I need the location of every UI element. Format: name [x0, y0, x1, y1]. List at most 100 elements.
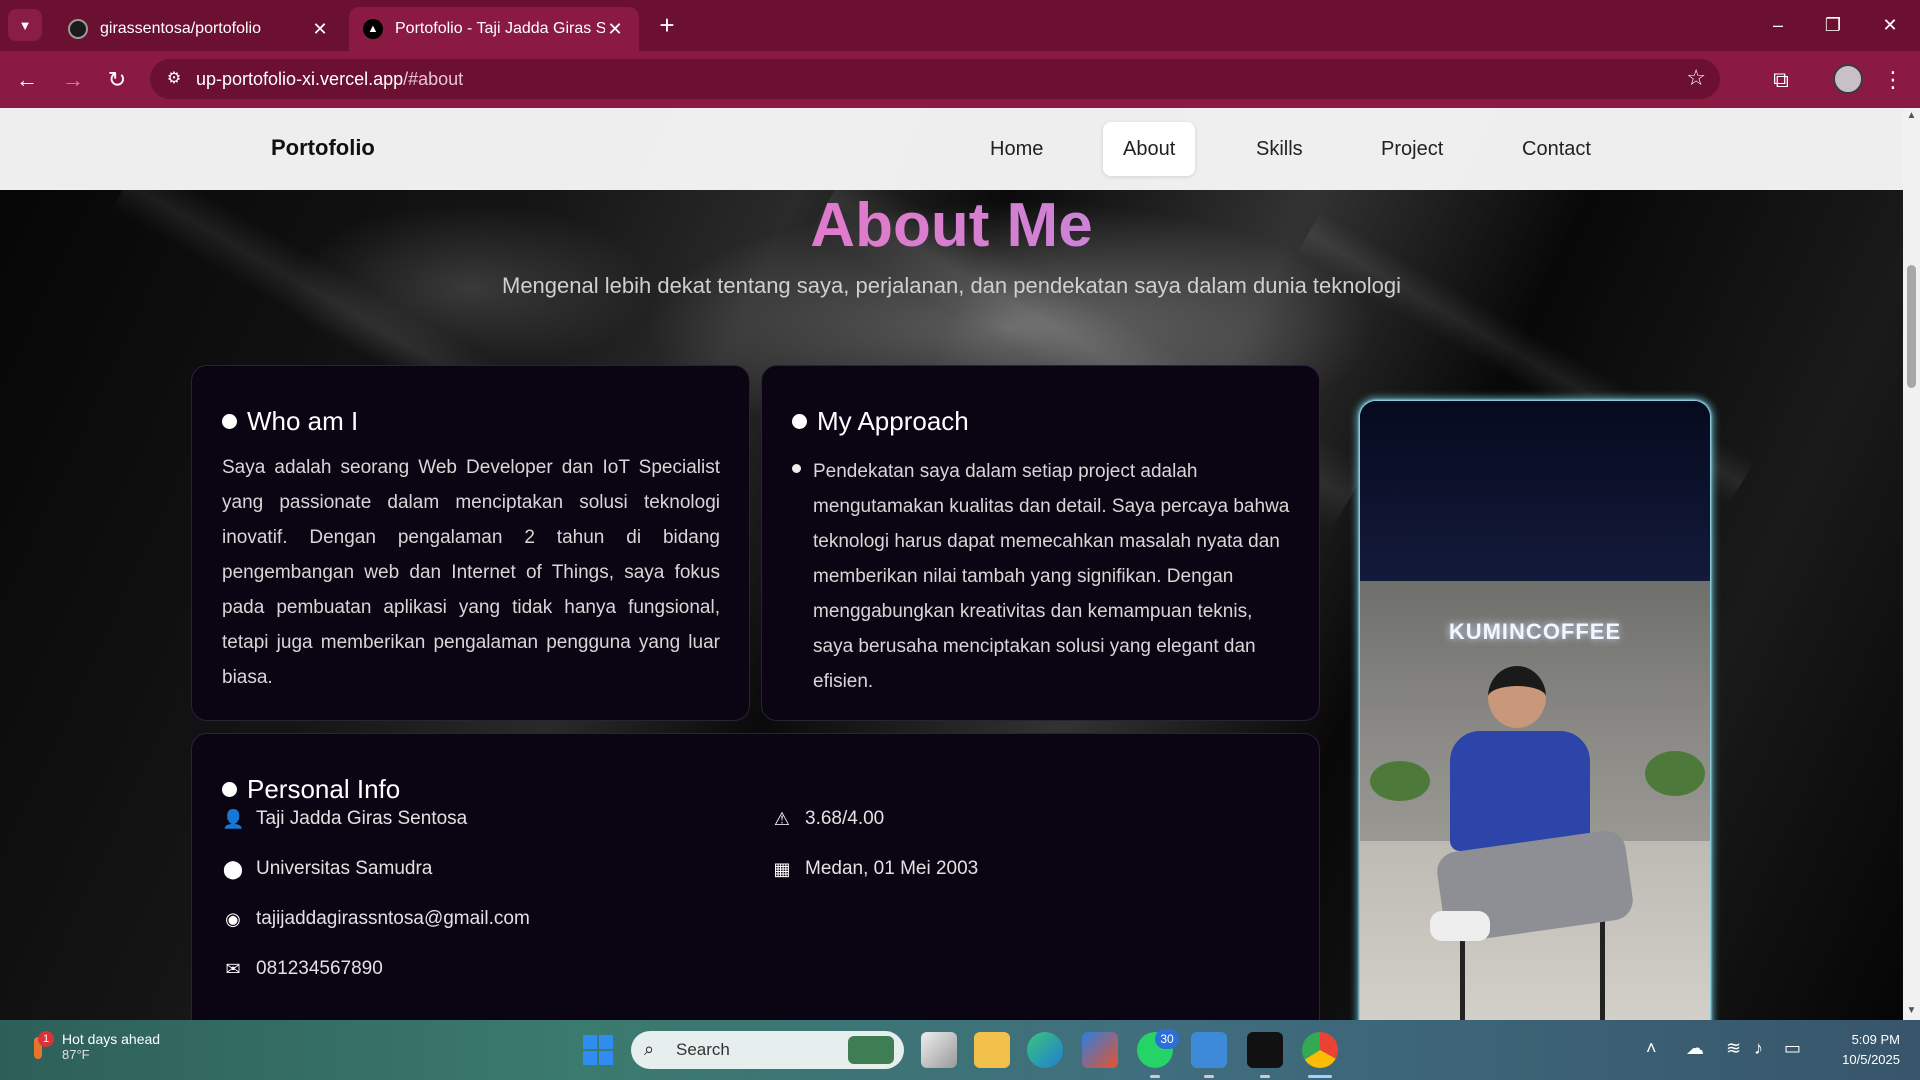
volume-icon[interactable]: ♪ — [1754, 1038, 1763, 1059]
card-title: Who am I — [222, 406, 358, 437]
user-icon: 👤 — [222, 809, 245, 829]
info-university: ⬤ Universitas Samudra — [222, 858, 432, 880]
nav-home[interactable]: Home — [970, 122, 1063, 176]
edge-browser-icon[interactable] — [1027, 1032, 1063, 1068]
info-email-value: tajijaddagirassntosa@gmail.com — [256, 908, 530, 929]
my-approach-card: My Approach Pendekatan saya dalam setiap… — [761, 365, 1320, 721]
thermometer-icon: 1 — [26, 1031, 54, 1061]
nav-project[interactable]: Project — [1361, 122, 1463, 176]
reload-button[interactable]: ↻ — [100, 63, 134, 97]
info-phone: ✉ 081234567890 — [222, 958, 383, 980]
account-circle-icon: ◉ — [225, 909, 241, 929]
extensions-icon[interactable]: ⧉ — [1764, 63, 1798, 97]
restore-button[interactable]: ❐ — [1813, 10, 1853, 40]
minimize-button[interactable]: – — [1758, 10, 1798, 40]
page-viewport: Portofolio Home About Skills Project Con… — [0, 108, 1903, 1020]
nav-skills[interactable]: Skills — [1236, 122, 1323, 176]
personal-title: Personal Info — [247, 774, 401, 804]
chrome-icon[interactable] — [1302, 1032, 1338, 1068]
scrollbar-thumb[interactable] — [1907, 265, 1916, 388]
site-brand[interactable]: Portofolio — [271, 135, 375, 161]
bullet-dot-icon — [222, 782, 237, 797]
calendar-icon: ▦ — [773, 859, 791, 879]
approach-description: Pendekatan saya dalam setiap project ada… — [813, 461, 1290, 692]
mail-box-icon: ✉ — [225, 959, 241, 979]
whatsapp-badge: 30 — [1155, 1029, 1179, 1049]
url-text[interactable]: up-portofolio-xi.vercel.app/#about — [196, 69, 463, 90]
approach-title: My Approach — [817, 406, 969, 436]
search-highlight-image — [848, 1036, 894, 1064]
warning-triangle-icon: ⚠ — [773, 809, 791, 829]
info-phone-value: 081234567890 — [256, 958, 383, 979]
personal-info-card: Personal Info 👤 Taji Jadda Giras Sentosa… — [191, 733, 1320, 1020]
site-navbar: Portofolio Home About Skills Project Con… — [0, 108, 1903, 190]
who-am-i-card: Who am I Saya adalah seorang Web Develop… — [191, 365, 750, 721]
bullet-dot-icon — [792, 464, 801, 473]
browser-tab-strip: ▼ girassentosa/portofolio ✕ ▲ Portofolio… — [0, 0, 1920, 51]
bullet-dot-icon — [792, 414, 807, 429]
info-gpa-value: 3.68/4.00 — [805, 808, 885, 829]
nav-about[interactable]: About — [1103, 122, 1196, 176]
page-subtitle: Mengenal lebih dekat tentang saya, perja… — [502, 273, 1401, 298]
onedrive-icon[interactable]: ☁ — [1686, 1038, 1704, 1059]
site-settings-icon[interactable]: ⚙ — [162, 67, 186, 91]
bullet-dot-icon — [222, 414, 237, 429]
location-pin-icon: ⬤ — [222, 859, 244, 879]
info-birth-value: Medan, 01 Mei 2003 — [805, 858, 979, 879]
menu-dots-icon[interactable]: ⋮ — [1876, 63, 1910, 97]
info-university-value: Universitas Samudra — [256, 858, 433, 879]
card-title: My Approach — [792, 406, 969, 437]
file-explorer-icon[interactable] — [974, 1032, 1010, 1068]
roblox-icon[interactable] — [1247, 1032, 1283, 1068]
nav-contact[interactable]: Contact — [1502, 122, 1611, 176]
running-app-indicator — [1204, 1075, 1214, 1078]
search-icon: ⌕ — [644, 1039, 655, 1059]
microsoft-store-icon[interactable] — [1082, 1032, 1118, 1068]
tab-search-button[interactable]: ▼ — [8, 9, 42, 41]
github-icon — [68, 19, 88, 39]
weather-title: Hot days ahead — [62, 1031, 161, 1047]
wifi-icon[interactable]: ≋ — [1726, 1038, 1741, 1059]
windows-start-icon[interactable] — [583, 1035, 613, 1065]
page-scrollbar[interactable]: ▲ ▼ — [1903, 108, 1920, 1020]
running-app-indicator — [1150, 1075, 1160, 1078]
page-title: About Me — [0, 190, 1903, 261]
taskbar-clock[interactable]: 5:09 PM 10/5/2025 — [1820, 1030, 1900, 1070]
weather-widget[interactable]: 1 Hot days ahead 87°F — [26, 1031, 160, 1062]
close-tab-icon[interactable]: ✕ — [310, 19, 330, 40]
tray-chevron-up-icon[interactable]: ˄ — [1646, 1038, 1657, 1059]
search-placeholder: Search — [676, 1040, 730, 1059]
new-tab-button[interactable]: + — [652, 12, 682, 40]
info-name-value: Taji Jadda Giras Sentosa — [256, 808, 468, 829]
bookmark-star-icon[interactable]: ☆ — [1686, 65, 1706, 91]
tab-title: Portofolio - Taji Jadda Giras Sentosa — [395, 20, 605, 37]
url-path: /#about — [403, 69, 464, 89]
info-name: 👤 Taji Jadda Giras Sentosa — [222, 808, 467, 830]
active-app-indicator — [1308, 1075, 1332, 1078]
url-host: up-portofolio-xi.vercel.app — [196, 69, 404, 89]
address-bar[interactable]: ⚙ up-portofolio-xi.vercel.app/#about ☆ — [150, 59, 1720, 99]
card-title: Personal Info — [222, 774, 400, 805]
scroll-down-arrow-icon[interactable]: ▼ — [1906, 1005, 1917, 1016]
info-birth: ▦ Medan, 01 Mei 2003 — [771, 858, 978, 880]
back-button[interactable]: ← — [10, 63, 44, 97]
running-app-indicator — [1260, 1075, 1270, 1078]
windows-taskbar: 1 Hot days ahead 87°F ⌕ Search 30 ˄ ☁ ≋ … — [0, 1020, 1920, 1080]
notepad-icon[interactable] — [1191, 1032, 1227, 1068]
task-view-icon[interactable] — [921, 1032, 957, 1068]
chevron-down-icon: ▼ — [18, 17, 32, 33]
close-window-button[interactable]: ✕ — [1870, 10, 1910, 40]
tab-portfolio[interactable]: ▲ Portofolio - Taji Jadda Giras Sentosa … — [349, 7, 639, 51]
clock-date: 10/5/2025 — [1842, 1052, 1900, 1067]
battery-icon[interactable]: ▭ — [1784, 1038, 1801, 1059]
weather-temp: 87°F — [62, 1047, 90, 1062]
taskbar-search[interactable]: ⌕ Search — [631, 1031, 904, 1069]
tab-github[interactable]: girassentosa/portofolio ✕ — [54, 7, 344, 51]
scroll-up-arrow-icon[interactable]: ▲ — [1906, 110, 1917, 121]
tab-title: girassentosa/portofolio — [100, 20, 261, 37]
approach-item: Pendekatan saya dalam setiap project ada… — [792, 454, 1292, 699]
close-tab-icon[interactable]: ✕ — [605, 19, 625, 40]
forward-button[interactable]: → — [56, 63, 90, 97]
profile-avatar[interactable] — [1833, 64, 1863, 94]
browser-toolbar: ← → ↻ ⚙ up-portofolio-xi.vercel.app/#abo… — [0, 51, 1920, 108]
